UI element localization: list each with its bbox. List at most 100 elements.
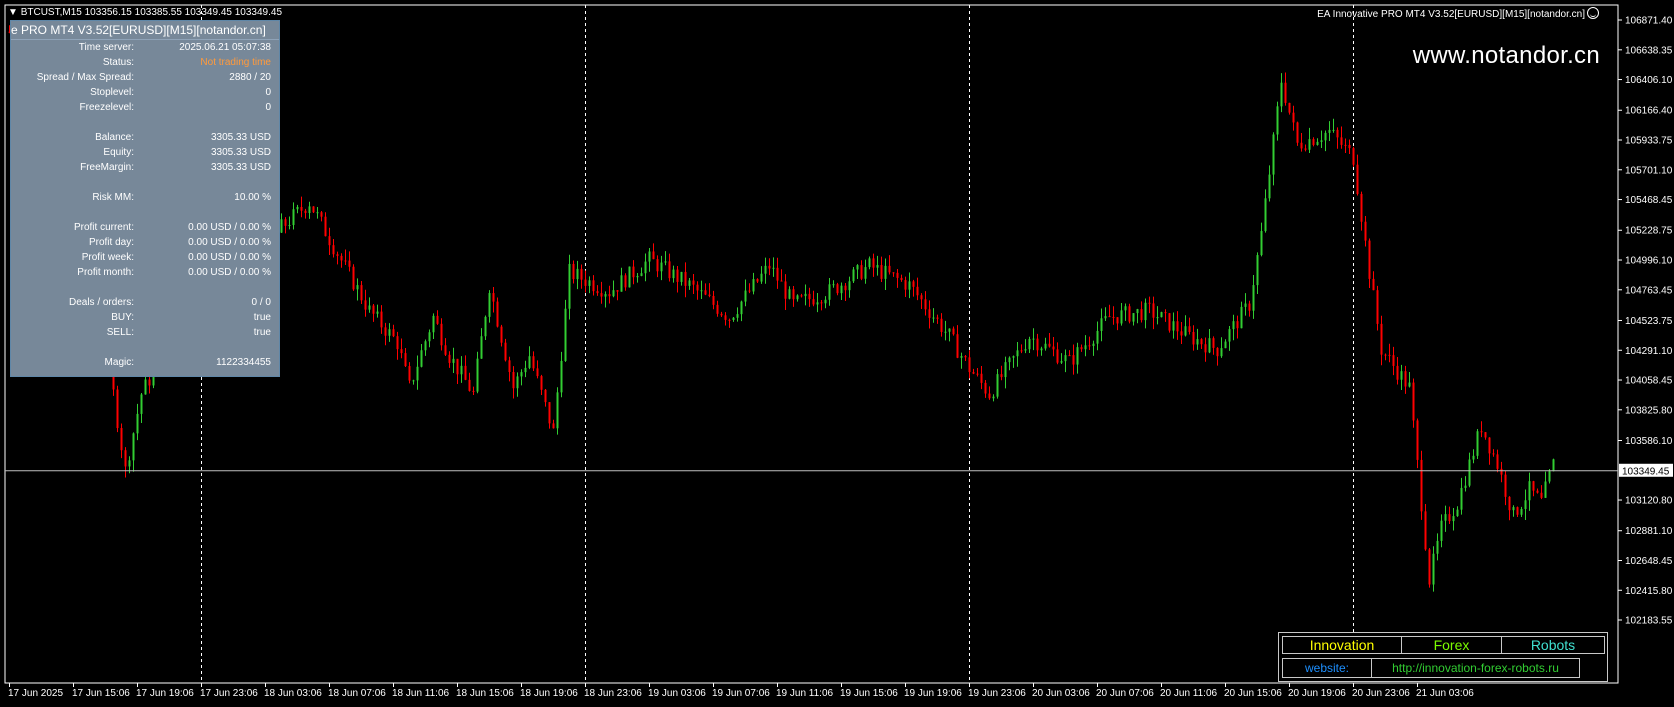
candle-body: [380, 311, 383, 328]
x-tick-label: 18 Jun 07:06: [328, 688, 386, 699]
candle-body: [1412, 382, 1415, 421]
candle-body: [872, 258, 875, 268]
candle-body: [1364, 221, 1367, 241]
candle-body: [960, 356, 963, 358]
innovation-button[interactable]: Innovation: [1282, 636, 1402, 654]
x-tick-label: 20 Jun 15:06: [1224, 688, 1282, 699]
x-tick-label: 17 Jun 15:06: [72, 688, 130, 699]
candle-body: [1200, 339, 1203, 345]
candle-body: [892, 272, 895, 274]
candle-body: [1188, 326, 1191, 332]
candle-body: [1036, 338, 1039, 351]
x-tick-label: 20 Jun 19:06: [1288, 688, 1346, 699]
candle-body: [1424, 511, 1427, 550]
x-tick-label: 18 Jun 19:06: [520, 688, 578, 699]
candle-body: [1260, 231, 1263, 256]
candle-body: [1492, 453, 1495, 455]
candle-body: [792, 289, 795, 300]
candle-body: [1384, 354, 1387, 356]
candle-body: [928, 309, 931, 318]
forex-button[interactable]: Forex: [1401, 636, 1502, 654]
candle-body: [1456, 509, 1459, 517]
candle-body: [1392, 355, 1395, 366]
current-price-label: 103349.45: [1622, 466, 1670, 477]
candle-body: [1068, 355, 1071, 357]
panel-row-label: Magic:: [104, 357, 134, 368]
candle-body: [1272, 134, 1275, 175]
panel-row-label: FreeMargin:: [80, 162, 134, 173]
candle-body: [672, 269, 675, 279]
candle-body: [1496, 454, 1499, 469]
candle-body: [824, 299, 827, 304]
candle-body: [664, 261, 667, 263]
x-tick-label: 17 Jun 23:06: [200, 688, 258, 699]
candle-body: [1388, 354, 1391, 356]
candle-body: [440, 323, 443, 346]
candle-body: [1448, 514, 1451, 522]
candle-body: [1256, 255, 1259, 286]
candle-body: [1280, 82, 1283, 107]
candle-body: [964, 356, 967, 358]
candle-body: [1212, 338, 1215, 348]
y-tick-label: 102881.10: [1625, 526, 1673, 537]
panel-row-value: 0.00 USD / 0.00 %: [188, 222, 271, 233]
candle-body: [300, 206, 303, 211]
candle-body: [1328, 129, 1331, 133]
candle-body: [1224, 341, 1227, 349]
candle-body: [492, 293, 495, 302]
candle-body: [132, 433, 135, 461]
panel-row-value: 2025.06.21 05:07:38: [179, 42, 271, 53]
candle-body: [316, 212, 319, 214]
candle-body: [448, 354, 451, 363]
y-tick-label: 104291.10: [1625, 346, 1673, 357]
panel-row: [11, 175, 279, 190]
candle-body: [436, 315, 439, 324]
candle-body: [1500, 468, 1503, 475]
candle-body: [1128, 306, 1131, 322]
candle-body: [280, 219, 283, 233]
watermark-text: www.notandor.cn: [1412, 42, 1600, 69]
candle-body: [908, 281, 911, 290]
candle-body: [1064, 355, 1067, 362]
candle-body: [720, 313, 723, 316]
panel-row: Balance: 3305.33 USD: [11, 130, 279, 145]
x-tick-label: 17 Jun 19:06: [136, 688, 194, 699]
candle-body: [1432, 553, 1435, 585]
candle-body: [1024, 349, 1027, 351]
candle-body: [1012, 356, 1015, 358]
candle-body: [1220, 348, 1223, 357]
candle-body: [1396, 365, 1399, 380]
candle-body: [676, 269, 679, 282]
candle-body: [1136, 309, 1139, 314]
candle-body: [648, 251, 651, 262]
candle-body: [536, 368, 539, 377]
candle-body: [388, 329, 391, 336]
candle-body: [1108, 316, 1111, 318]
candle-body: [472, 390, 475, 392]
candle-body: [632, 266, 635, 278]
candle-body: [1048, 343, 1051, 347]
candle-body: [804, 293, 807, 297]
candle-body: [876, 265, 879, 268]
candle-body: [704, 290, 707, 295]
candle-body: [1072, 355, 1075, 365]
panel-row-label: Time server:: [78, 42, 134, 53]
candle-body: [1464, 485, 1467, 488]
candle-body: [688, 280, 691, 286]
panel-row-value: true: [253, 327, 271, 338]
website-url-link[interactable]: http://innovation-forex-robots.ru: [1371, 658, 1580, 678]
candle-body: [1308, 139, 1311, 150]
chart-menu-triangle-icon[interactable]: ▼: [8, 7, 21, 18]
y-tick-label: 106871.40: [1625, 16, 1673, 27]
candle-body: [1112, 316, 1115, 318]
candle-body: [1404, 371, 1407, 387]
panel-row-label: Profit week:: [81, 252, 134, 263]
candle-body: [1284, 82, 1287, 103]
candle-body: [284, 219, 287, 226]
candle-body: [412, 380, 415, 382]
candle-body: [1548, 471, 1551, 482]
panel-row-label: Balance:: [95, 132, 134, 143]
x-tick-label: 18 Jun 23:06: [584, 688, 642, 699]
candle-body: [1232, 321, 1235, 330]
robots-button[interactable]: Robots: [1501, 636, 1605, 654]
